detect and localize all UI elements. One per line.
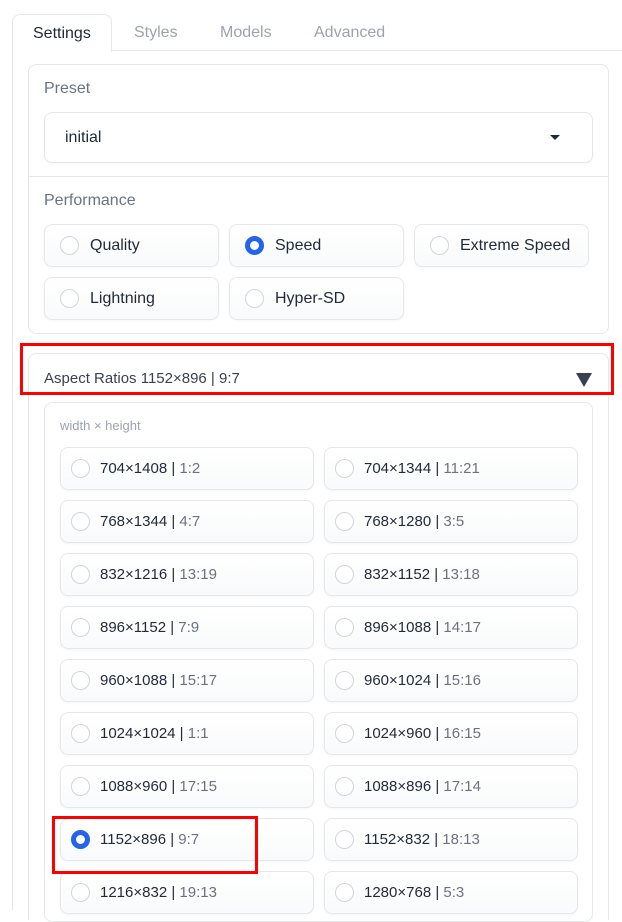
aspect-ratio-size: 1024×1024 bbox=[100, 725, 176, 742]
radio-icon bbox=[335, 512, 354, 531]
caret-down-icon bbox=[550, 135, 560, 140]
aspect-ratio-size: 768×1280 bbox=[364, 513, 432, 530]
tab-advanced[interactable]: Advanced bbox=[314, 14, 385, 51]
aspect-ratio-option[interactable]: 832×1216 | 13:19 bbox=[60, 553, 314, 596]
aspect-ratio-option[interactable]: 1024×1024 | 1:1 bbox=[60, 712, 314, 755]
aspect-ratio-ratio: 19:13 bbox=[179, 884, 217, 901]
preset-value: initial bbox=[65, 129, 102, 146]
aspect-ratio-ratio: 1:2 bbox=[179, 460, 201, 477]
radio-icon bbox=[335, 830, 354, 849]
aspect-ratio-option[interactable]: 1152×832 | 18:13 bbox=[324, 818, 578, 861]
aspect-ratio-ratio: 16:15 bbox=[443, 725, 481, 742]
aspect-ratio-ratio: 15:16 bbox=[443, 672, 481, 689]
radio-icon bbox=[71, 459, 90, 478]
aspect-ratio-ratio: 3:5 bbox=[443, 513, 465, 530]
radio-icon bbox=[71, 883, 90, 902]
preset-performance-card: Preset initial Performance Quality Speed… bbox=[28, 64, 609, 334]
radio-checked-icon bbox=[245, 236, 264, 255]
radio-icon bbox=[71, 671, 90, 690]
tab-settings[interactable]: Settings bbox=[12, 14, 112, 52]
radio-icon bbox=[60, 289, 79, 308]
radio-checked-icon bbox=[71, 830, 90, 849]
aspect-ratio-ratio: 4:7 bbox=[179, 513, 201, 530]
aspect-ratio-size: 704×1344 bbox=[364, 460, 432, 477]
aspect-ratio-option[interactable]: 704×1408 | 1:2 bbox=[60, 447, 314, 490]
aspect-ratios-group-label: width × height bbox=[60, 418, 141, 433]
aspect-ratio-option[interactable]: 768×1280 | 3:5 bbox=[324, 500, 578, 543]
aspect-ratio-ratio: 17:15 bbox=[179, 778, 217, 795]
aspect-ratio-ratio: 5:3 bbox=[443, 884, 465, 901]
aspect-ratio-size: 1024×960 bbox=[364, 725, 432, 742]
aspect-ratio-option[interactable]: 1024×960 | 16:15 bbox=[324, 712, 578, 755]
aspect-ratio-ratio: 17:14 bbox=[443, 778, 481, 795]
aspect-ratio-ratio: 15:17 bbox=[179, 672, 217, 689]
aspect-ratio-ratio: 7:9 bbox=[178, 619, 200, 636]
radio-icon bbox=[335, 618, 354, 637]
radio-icon bbox=[335, 724, 354, 743]
aspect-ratio-option[interactable]: 896×1152 | 7:9 bbox=[60, 606, 314, 649]
radio-icon bbox=[335, 883, 354, 902]
aspect-ratio-size: 832×1152 bbox=[364, 566, 431, 583]
performance-label: Performance bbox=[44, 192, 136, 209]
radio-icon bbox=[335, 777, 354, 796]
performance-option-speed[interactable]: Speed bbox=[229, 224, 404, 267]
radio-icon bbox=[335, 671, 354, 690]
aspect-ratio-option[interactable]: 704×1344 | 11:21 bbox=[324, 447, 578, 490]
aspect-ratio-option[interactable]: 960×1024 | 15:16 bbox=[324, 659, 578, 702]
aspect-ratio-option[interactable]: 960×1088 | 15:17 bbox=[60, 659, 314, 702]
triangle-down-icon[interactable] bbox=[576, 373, 592, 387]
radio-icon bbox=[245, 289, 264, 308]
radio-icon bbox=[335, 459, 354, 478]
aspect-ratio-size: 960×1088 bbox=[100, 672, 168, 689]
aspect-ratio-size: 704×1408 bbox=[100, 460, 168, 477]
aspect-ratio-size: 896×1152 bbox=[100, 619, 167, 636]
aspect-ratio-size: 1088×960 bbox=[100, 778, 168, 795]
aspect-ratio-ratio: 11:21 bbox=[443, 460, 480, 477]
tab-bar: Settings Styles Models Advanced bbox=[12, 14, 622, 52]
aspect-ratio-option[interactable]: 896×1088 | 14:17 bbox=[324, 606, 578, 649]
aspect-ratio-size: 1280×768 bbox=[364, 884, 432, 901]
aspect-ratio-size: 960×1024 bbox=[364, 672, 432, 689]
aspect-ratio-size: 896×1088 bbox=[364, 619, 432, 636]
radio-icon bbox=[71, 565, 90, 584]
performance-option-quality[interactable]: Quality bbox=[44, 224, 219, 267]
aspect-ratio-size: 1152×832 bbox=[364, 831, 431, 848]
performance-option-hyper-sd[interactable]: Hyper-SD bbox=[229, 277, 404, 320]
aspect-ratio-option[interactable]: 1152×896 | 9:7 bbox=[60, 818, 314, 861]
aspect-ratio-size: 768×1344 bbox=[100, 513, 168, 530]
radio-icon bbox=[335, 565, 354, 584]
aspect-ratio-option[interactable]: 832×1152 | 13:18 bbox=[324, 553, 578, 596]
performance-option-extreme-speed[interactable]: Extreme Speed bbox=[414, 224, 589, 267]
aspect-ratio-ratio: 18:13 bbox=[442, 831, 480, 848]
preset-dropdown[interactable]: initial bbox=[44, 112, 593, 163]
aspect-ratio-size: 832×1216 bbox=[100, 566, 168, 583]
radio-icon bbox=[71, 724, 90, 743]
aspect-ratio-option[interactable]: 768×1344 | 4:7 bbox=[60, 500, 314, 543]
divider bbox=[29, 176, 608, 177]
aspect-ratio-option[interactable]: 1088×960 | 17:15 bbox=[60, 765, 314, 808]
aspect-ratios-title: Aspect Ratios 1152×896 | 9:7 bbox=[44, 370, 240, 387]
performance-option-lightning[interactable]: Lightning bbox=[44, 277, 219, 320]
tab-models[interactable]: Models bbox=[220, 14, 272, 51]
aspect-ratio-ratio: 13:19 bbox=[179, 566, 217, 583]
aspect-ratio-option[interactable]: 1088×896 | 17:14 bbox=[324, 765, 578, 808]
radio-icon bbox=[60, 236, 79, 255]
preset-label: Preset bbox=[44, 80, 91, 97]
aspect-ratio-ratio: 9:7 bbox=[178, 831, 200, 848]
aspect-ratio-size: 1216×832 bbox=[100, 884, 168, 901]
aspect-ratio-ratio: 13:18 bbox=[442, 566, 480, 583]
radio-icon bbox=[430, 236, 449, 255]
aspect-ratio-size: 1152×896 bbox=[100, 831, 167, 848]
aspect-ratio-ratio: 1:1 bbox=[187, 725, 209, 742]
radio-icon bbox=[71, 618, 90, 637]
aspect-ratios-radio-group: width × height 704×1408 | 1:2 704×1344 | … bbox=[44, 402, 593, 922]
radio-icon bbox=[71, 512, 90, 531]
aspect-ratio-ratio: 14:17 bbox=[443, 619, 481, 636]
radio-icon bbox=[71, 777, 90, 796]
tab-styles[interactable]: Styles bbox=[134, 14, 178, 51]
aspect-ratio-size: 1088×896 bbox=[364, 778, 432, 795]
aspect-ratio-option[interactable]: 1280×768 | 5:3 bbox=[324, 871, 578, 914]
aspect-ratio-option[interactable]: 1216×832 | 19:13 bbox=[60, 871, 314, 914]
